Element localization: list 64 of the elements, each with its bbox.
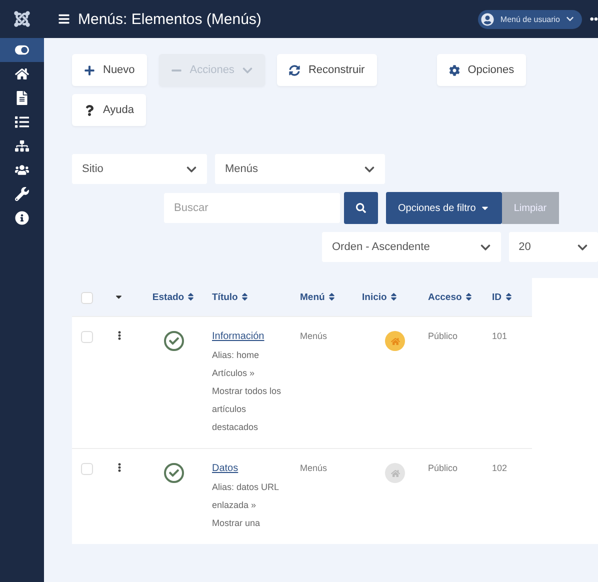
list-icon — [15, 115, 29, 129]
chevron-icon — [242, 64, 254, 76]
table-cell: 101 — [492, 331, 508, 341]
search-button[interactable] — [344, 192, 378, 224]
item-details: Alias: home Artículos » Mostrar todos los artículos destacados — [212, 349, 282, 434]
site-select[interactable]: Sitio — [72, 154, 207, 184]
plus-icon — [84, 64, 95, 76]
users-icon — [15, 163, 29, 177]
table-cell: Público — [428, 463, 458, 473]
menu-icon — [58, 13, 70, 25]
page-title: Menús: Elementos (Menús) — [78, 10, 262, 28]
settings-icon — [448, 64, 460, 76]
chevron-icon — [566, 15, 574, 23]
sort-icon — [464, 292, 474, 302]
search-field[interactable]: Buscar — [164, 193, 340, 223]
status-icon[interactable] — [164, 463, 184, 483]
checkbox[interactable] — [81, 331, 93, 343]
sitemap-icon — [15, 139, 29, 153]
ordering-select[interactable]: Orden - Ascendente — [322, 232, 501, 262]
chevron-icon — [186, 164, 197, 174]
column-header[interactable]: Acceso — [428, 278, 492, 316]
document-icon — [15, 91, 29, 105]
toolbar-button[interactable]: Ayuda — [72, 94, 146, 126]
search-icon — [356, 203, 366, 213]
chevron-icon — [480, 242, 491, 252]
column-header[interactable]: Menú — [300, 278, 362, 316]
question-icon — [84, 104, 95, 116]
home-icon — [15, 67, 29, 81]
toggle-icon — [15, 43, 29, 57]
toolbar-button[interactable]: Nuevo — [72, 54, 147, 86]
home-icon[interactable] — [385, 331, 405, 351]
refresh-icon — [289, 64, 300, 76]
sort-icon — [388, 292, 398, 302]
sort-icon — [240, 292, 250, 302]
chevron-icon — [364, 164, 375, 174]
checkbox[interactable] — [81, 463, 93, 475]
user-menu-button[interactable]: Menú de usuario — [478, 10, 582, 28]
chevron-icon — [577, 242, 588, 252]
checkbox[interactable] — [81, 292, 93, 304]
user-icon — [481, 12, 494, 26]
limit-select[interactable]: 20 — [508, 232, 598, 262]
item-title-link[interactable]: Información — [212, 331, 282, 342]
toolbar-button[interactable]: Opciones — [436, 54, 526, 86]
table-cell: Menús — [300, 463, 328, 473]
column-header[interactable]: Título — [212, 278, 300, 316]
filter-options-button[interactable]: Opciones de filtro — [386, 192, 502, 224]
column-header[interactable]: Inicio — [362, 278, 428, 316]
item-details: Alias: datos URL enlazada » Mostrar una — [212, 481, 280, 530]
item-title-link[interactable]: Datos — [212, 463, 282, 474]
sort-icon — [504, 292, 513, 302]
info-icon — [15, 211, 29, 225]
table-cell: 102 — [492, 463, 508, 473]
column-header[interactable]: Estado — [136, 278, 212, 316]
column-header[interactable]: ID — [492, 278, 532, 316]
sort-icon — [186, 292, 196, 302]
status-icon[interactable] — [164, 331, 184, 351]
sort-icon — [326, 292, 336, 302]
toolbar-button[interactable]: Reconstruir — [277, 54, 377, 86]
logo-icon — [13, 10, 31, 28]
sidebar-item[interactable] — [0, 38, 44, 62]
menu-select[interactable]: Menús — [215, 154, 385, 184]
wrench-icon — [15, 187, 29, 201]
table-cell: Público — [428, 331, 458, 341]
table-cell: Menús — [300, 331, 328, 341]
